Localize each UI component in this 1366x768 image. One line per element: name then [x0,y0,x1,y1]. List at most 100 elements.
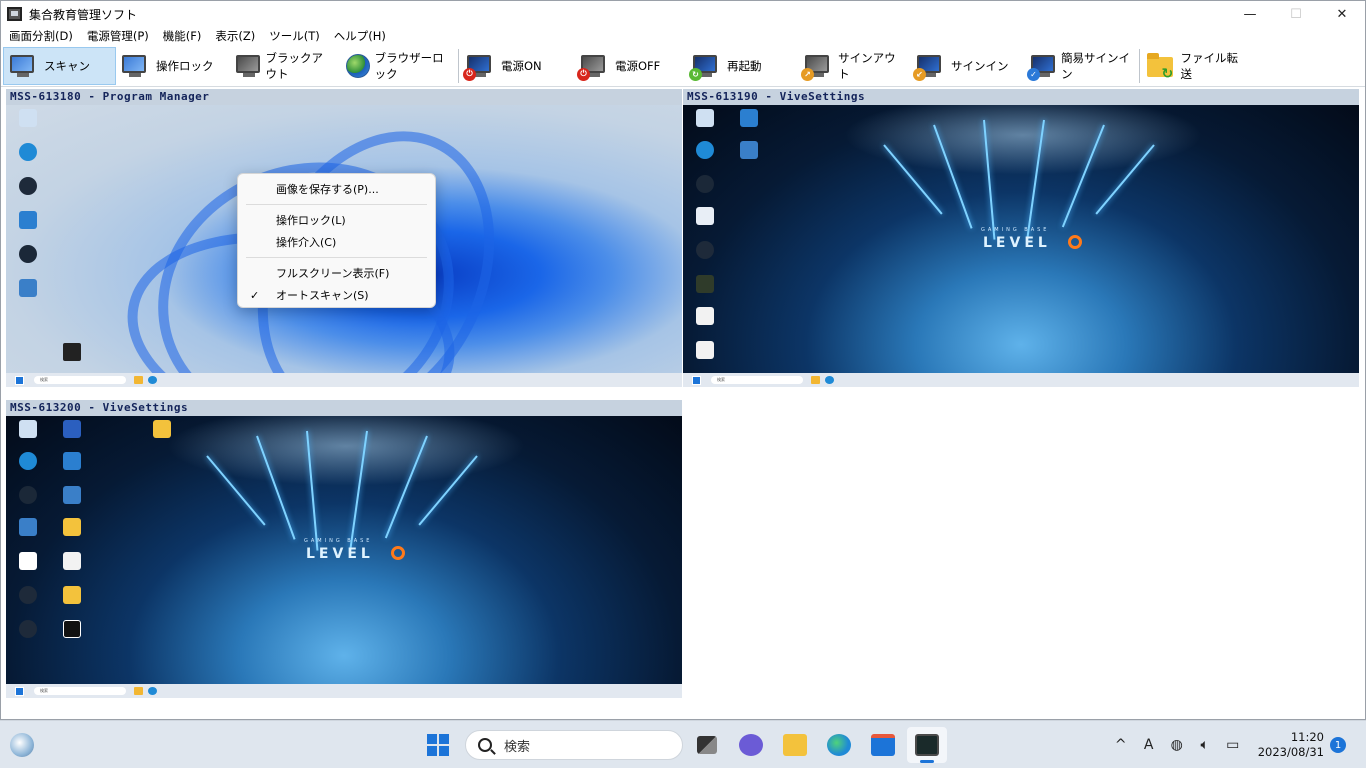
file-explorer-button[interactable] [775,727,815,763]
level-logo: LEVEL [306,546,374,562]
close-button[interactable]: ✕ [1319,1,1365,27]
menu-help[interactable]: ヘルプ(H) [334,28,386,44]
monitor-scan-icon [8,53,38,79]
store-icon [871,734,895,756]
sign-out-button[interactable]: ↗ サインアウト [799,47,911,85]
quick-sign-in-button[interactable]: ✓ 簡易サインイン [1025,47,1137,85]
menu-function[interactable]: 機能(F) [163,28,202,44]
clock-date: 2023/08/31 [1257,745,1324,759]
remote-screen-thumbnail[interactable]: GAMING BASE LEVEL 検索 [683,105,1359,387]
auto-scan-label: オートスキャン(S) [276,289,369,302]
computer-lock-icon [120,53,150,79]
desktop-icon [6,586,50,604]
power-off-label: 電源OFF [615,58,661,73]
mini-taskbar: 検索 [6,373,682,387]
globe-icon [344,53,370,79]
desktop-icon [50,486,94,504]
desktop-icon [6,552,50,570]
desktop-icon [6,620,50,638]
pane-mss-613200[interactable]: MSS-613200 - ViveSettings GAMING BASE LE… [6,400,682,712]
task-view-icon [697,736,717,754]
edge-icon [827,734,851,756]
windows-logo-icon [427,734,449,756]
desktop-icon [6,279,50,297]
menu-screen-split[interactable]: 画面分割(D) [9,28,73,44]
desktop-icon [683,341,727,359]
desktop-icon [6,452,50,470]
browser-lock-button[interactable]: ブラウザーロック [340,47,456,85]
desktop-icon [50,343,94,361]
scan-button[interactable]: スキャン [3,46,116,85]
menu-item-save-image[interactable]: 画像を保存する(P)... [238,178,435,200]
power-off-button[interactable]: ⏻ 電源OFF [575,47,687,85]
taskbar-clock[interactable]: 11:20 2023/08/31 [1258,730,1324,760]
minimize-button[interactable]: — [1227,1,1273,27]
menu-tools[interactable]: ツール(T) [269,28,320,44]
edge-button[interactable] [819,727,859,763]
menu-item-operation-intervene[interactable]: 操作介入(C) [238,231,435,253]
ime-icon[interactable]: A [1138,737,1160,753]
chat-button[interactable] [731,727,771,763]
menu-item-operation-lock[interactable]: 操作ロック(L) [238,209,435,231]
notification-badge[interactable]: 1 [1330,737,1346,753]
education-management-app-button[interactable] [907,727,947,763]
screen-grid: MSS-613180 - Program Manager 検索 MSS-6131… [6,89,1360,715]
store-button[interactable] [863,727,903,763]
browser-lock-label: ブラウザーロック [374,50,444,81]
sign-in-label: サインイン [951,58,1009,73]
mini-edge-icon [825,376,834,384]
maximize-button[interactable]: ☐ [1273,1,1319,27]
menu-item-fullscreen[interactable]: フルスクリーン表示(F) [238,262,435,284]
pane-mss-613190[interactable]: MSS-613190 - ViveSettings GAMING BASE LE… [683,89,1359,401]
widgets-icon[interactable] [10,733,34,757]
logo-subtitle: GAMING BASE [981,227,1050,233]
title-bar[interactable]: 集合教育管理ソフト — ☐ ✕ [1,1,1365,27]
window-title: 集合教育管理ソフト [29,7,138,22]
scan-label: スキャン [44,58,90,73]
desktop-icon [727,109,771,127]
menu-bar: 画面分割(D) 電源管理(P) 機能(F) 表示(Z) ツール(T) ヘルプ(H… [1,27,1365,45]
desktop-icon [683,175,727,193]
taskbar-search-box[interactable]: 検索 [465,730,683,760]
task-view-button[interactable] [687,727,727,763]
mini-folder-icon [134,687,143,695]
desktop-icon [683,307,727,325]
power-off-icon: ⏻ [577,53,609,81]
blackout-button[interactable]: ブラックアウト [230,47,340,85]
restart-button[interactable]: ↻ 再起動 [687,47,799,85]
desktop-icon [6,211,50,229]
sign-out-icon: ↗ [801,53,832,81]
sign-in-button[interactable]: ↙ サインイン [911,47,1025,85]
folder-icon [783,734,807,756]
operation-lock-label: 操作ロック [156,58,214,73]
start-button[interactable] [420,727,456,763]
volume-icon[interactable]: 🔈︎ [1194,737,1216,753]
restart-icon: ↻ [689,53,721,81]
mini-search: 検索 [34,687,126,695]
remote-screen-thumbnail[interactable]: GAMING BASE LEVEL 検索 [6,416,682,698]
menu-view[interactable]: 表示(Z) [215,28,255,44]
battery-icon[interactable]: ▭ [1222,737,1244,753]
desktop-icon [6,486,50,504]
operation-lock-button[interactable]: 操作ロック [116,47,230,85]
logo-subtitle: GAMING BASE [304,538,373,544]
mini-start-icon [692,375,701,385]
network-globe-icon[interactable]: ◍ [1166,737,1188,753]
pane-title: MSS-613190 - ViveSettings [683,89,1359,105]
menu-power[interactable]: 電源管理(P) [87,28,149,44]
power-on-button[interactable]: ⏻ 電源ON [461,47,575,85]
desktop-icon [683,241,727,259]
desktop-icon [683,207,727,225]
search-icon [478,738,492,752]
desktop-icon [50,586,94,604]
toolbar: スキャン 操作ロック ブラックアウト ブラウザーロック ⏻ 電源ON ⏻ 電源O… [1,45,1365,87]
chevron-up-icon[interactable]: ^ [1110,737,1132,753]
pane-empty[interactable] [683,400,1359,712]
menu-item-auto-scan[interactable]: ✓ オートスキャン(S) [238,284,435,306]
file-transfer-button[interactable]: ↻ ファイル転送 [1142,47,1252,85]
desktop-icon [50,452,94,470]
desktop-icon [6,420,50,438]
menu-separator [246,257,427,258]
logo-mark-icon [1068,235,1082,249]
menu-separator [246,204,427,205]
